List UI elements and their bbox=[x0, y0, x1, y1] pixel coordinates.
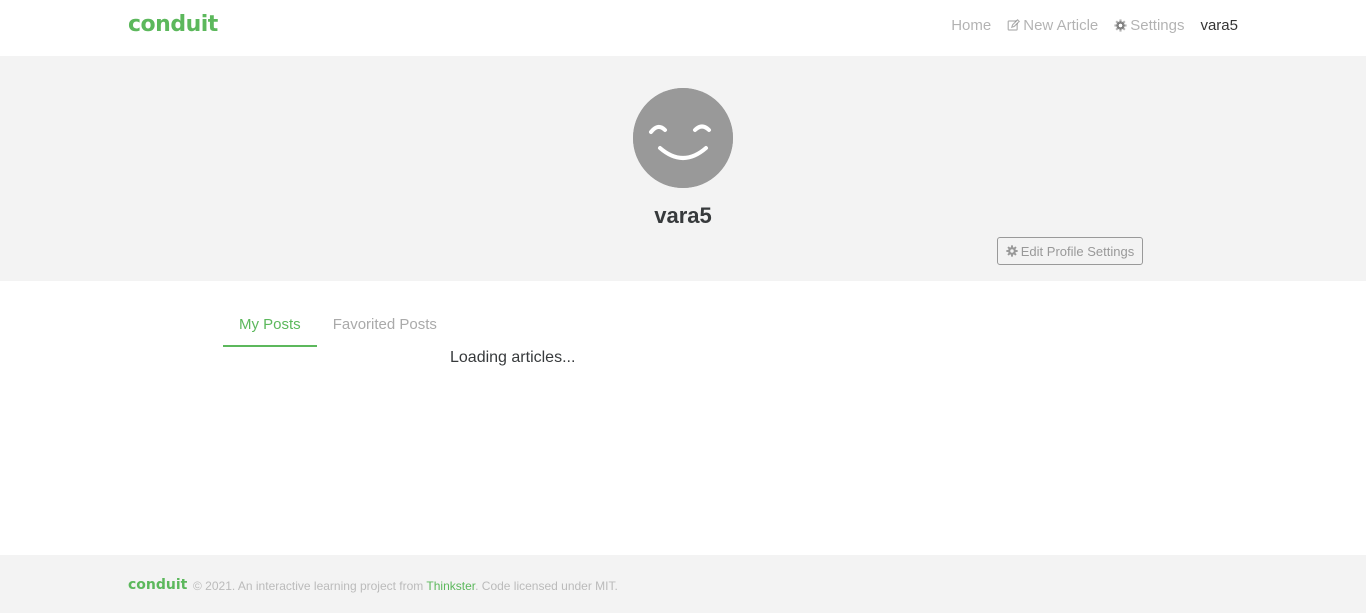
attribution: © 2021. An interactive learning project … bbox=[193, 579, 618, 593]
articles-toggle: My Posts Favorited Posts bbox=[223, 308, 453, 347]
loading-status: Loading articles... bbox=[450, 349, 576, 366]
gear-icon bbox=[1114, 19, 1127, 32]
smiley-avatar-icon bbox=[633, 88, 733, 188]
attribution-text-after: . Code licensed under MIT. bbox=[475, 579, 618, 593]
nav-home[interactable]: Home bbox=[951, 17, 991, 34]
thinkster-link[interactable]: Thinkster bbox=[426, 579, 475, 593]
avatar bbox=[633, 88, 733, 188]
brand-logo[interactable]: conduit bbox=[128, 12, 218, 37]
nav-new-article-label: New Article bbox=[1023, 17, 1099, 34]
tab-favorited-posts[interactable]: Favorited Posts bbox=[317, 308, 453, 347]
gear-icon bbox=[1006, 245, 1018, 257]
footer-brand-logo[interactable]: conduit bbox=[128, 577, 187, 593]
nav-profile[interactable]: vara5 bbox=[1200, 17, 1238, 34]
edit-icon bbox=[1007, 19, 1021, 31]
attribution-text-before: © 2021. An interactive learning project … bbox=[193, 579, 427, 593]
user-info-banner: vara5 Edit Profile Settings bbox=[0, 56, 1366, 281]
nav-profile-label: vara5 bbox=[1200, 17, 1238, 34]
nav-home-label: Home bbox=[951, 17, 992, 34]
tab-my-posts[interactable]: My Posts bbox=[223, 308, 317, 347]
footer: conduit © 2021. An interactive learning … bbox=[0, 555, 1366, 613]
nav-new-article[interactable]: New Article bbox=[1007, 17, 1098, 34]
edit-profile-settings-label: Edit Profile Settings bbox=[1020, 243, 1135, 259]
navbar: conduit Home New Article Settings vara5 bbox=[0, 0, 1366, 56]
profile-username: vara5 bbox=[654, 203, 712, 228]
nav-settings-label: Settings bbox=[1130, 17, 1185, 34]
nav-settings[interactable]: Settings bbox=[1114, 17, 1184, 34]
edit-profile-settings-button[interactable]: Edit Profile Settings bbox=[997, 237, 1143, 265]
nav-links: Home New Article Settings vara5 bbox=[951, 17, 1238, 34]
